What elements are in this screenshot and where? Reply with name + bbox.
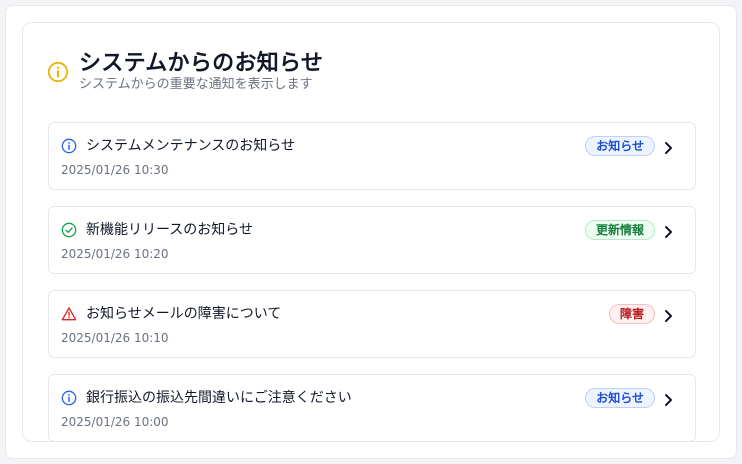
chevron-right-icon[interactable] bbox=[663, 141, 675, 155]
header-text: システムからのお知らせ システムからの重要な通知を表示します bbox=[79, 49, 323, 93]
notification-item[interactable]: 新機能リリースのお知らせ 2025/01/26 10:20 更新情報 bbox=[48, 206, 696, 274]
notification-badge: 障害 bbox=[608, 304, 655, 324]
notification-title: お知らせメールの障害について bbox=[86, 306, 282, 322]
card-header: システムからのお知らせ システムからの重要な通知を表示します bbox=[47, 49, 323, 93]
warning-triangle-icon bbox=[61, 307, 77, 321]
check-circle-icon bbox=[61, 222, 77, 238]
page-subtitle: システムからの重要な通知を表示します bbox=[79, 77, 313, 92]
chevron-right-icon[interactable] bbox=[663, 225, 675, 239]
notifications-card: システムからのお知らせ システムからの重要な通知を表示します システムメンテナン… bbox=[22, 22, 720, 442]
page-title: システムからのお知らせ bbox=[79, 51, 324, 76]
notification-list: システムメンテナンスのお知らせ 2025/01/26 10:30 お知らせ 新機… bbox=[48, 122, 696, 441]
notification-date: 2025/01/26 10:00 bbox=[61, 415, 169, 429]
notification-date: 2025/01/26 10:30 bbox=[61, 163, 169, 177]
notification-date: 2025/01/26 10:10 bbox=[61, 331, 169, 345]
info-circle-icon bbox=[47, 61, 69, 83]
chevron-right-icon[interactable] bbox=[663, 393, 675, 407]
info-circle-icon bbox=[61, 390, 77, 406]
chevron-right-icon[interactable] bbox=[663, 309, 675, 323]
notification-title: 銀行振込の振込先間違いにご注意ください bbox=[86, 390, 352, 406]
notification-item[interactable]: お知らせメールの障害について 2025/01/26 10:10 障害 bbox=[48, 290, 696, 358]
notification-badge: お知らせ bbox=[585, 388, 655, 408]
notification-title: 新機能リリースのお知らせ bbox=[86, 222, 254, 238]
notification-badge: 更新情報 bbox=[584, 220, 655, 240]
notification-date: 2025/01/26 10:20 bbox=[61, 247, 169, 261]
notification-item[interactable]: 銀行振込の振込先間違いにご注意ください 2025/01/26 10:00 お知ら… bbox=[48, 374, 696, 441]
notification-item[interactable]: システムメンテナンスのお知らせ 2025/01/26 10:30 お知らせ bbox=[48, 122, 696, 190]
notification-badge: お知らせ bbox=[585, 136, 655, 156]
notification-title: システムメンテナンスのお知らせ bbox=[86, 138, 296, 154]
info-circle-icon bbox=[61, 138, 77, 154]
